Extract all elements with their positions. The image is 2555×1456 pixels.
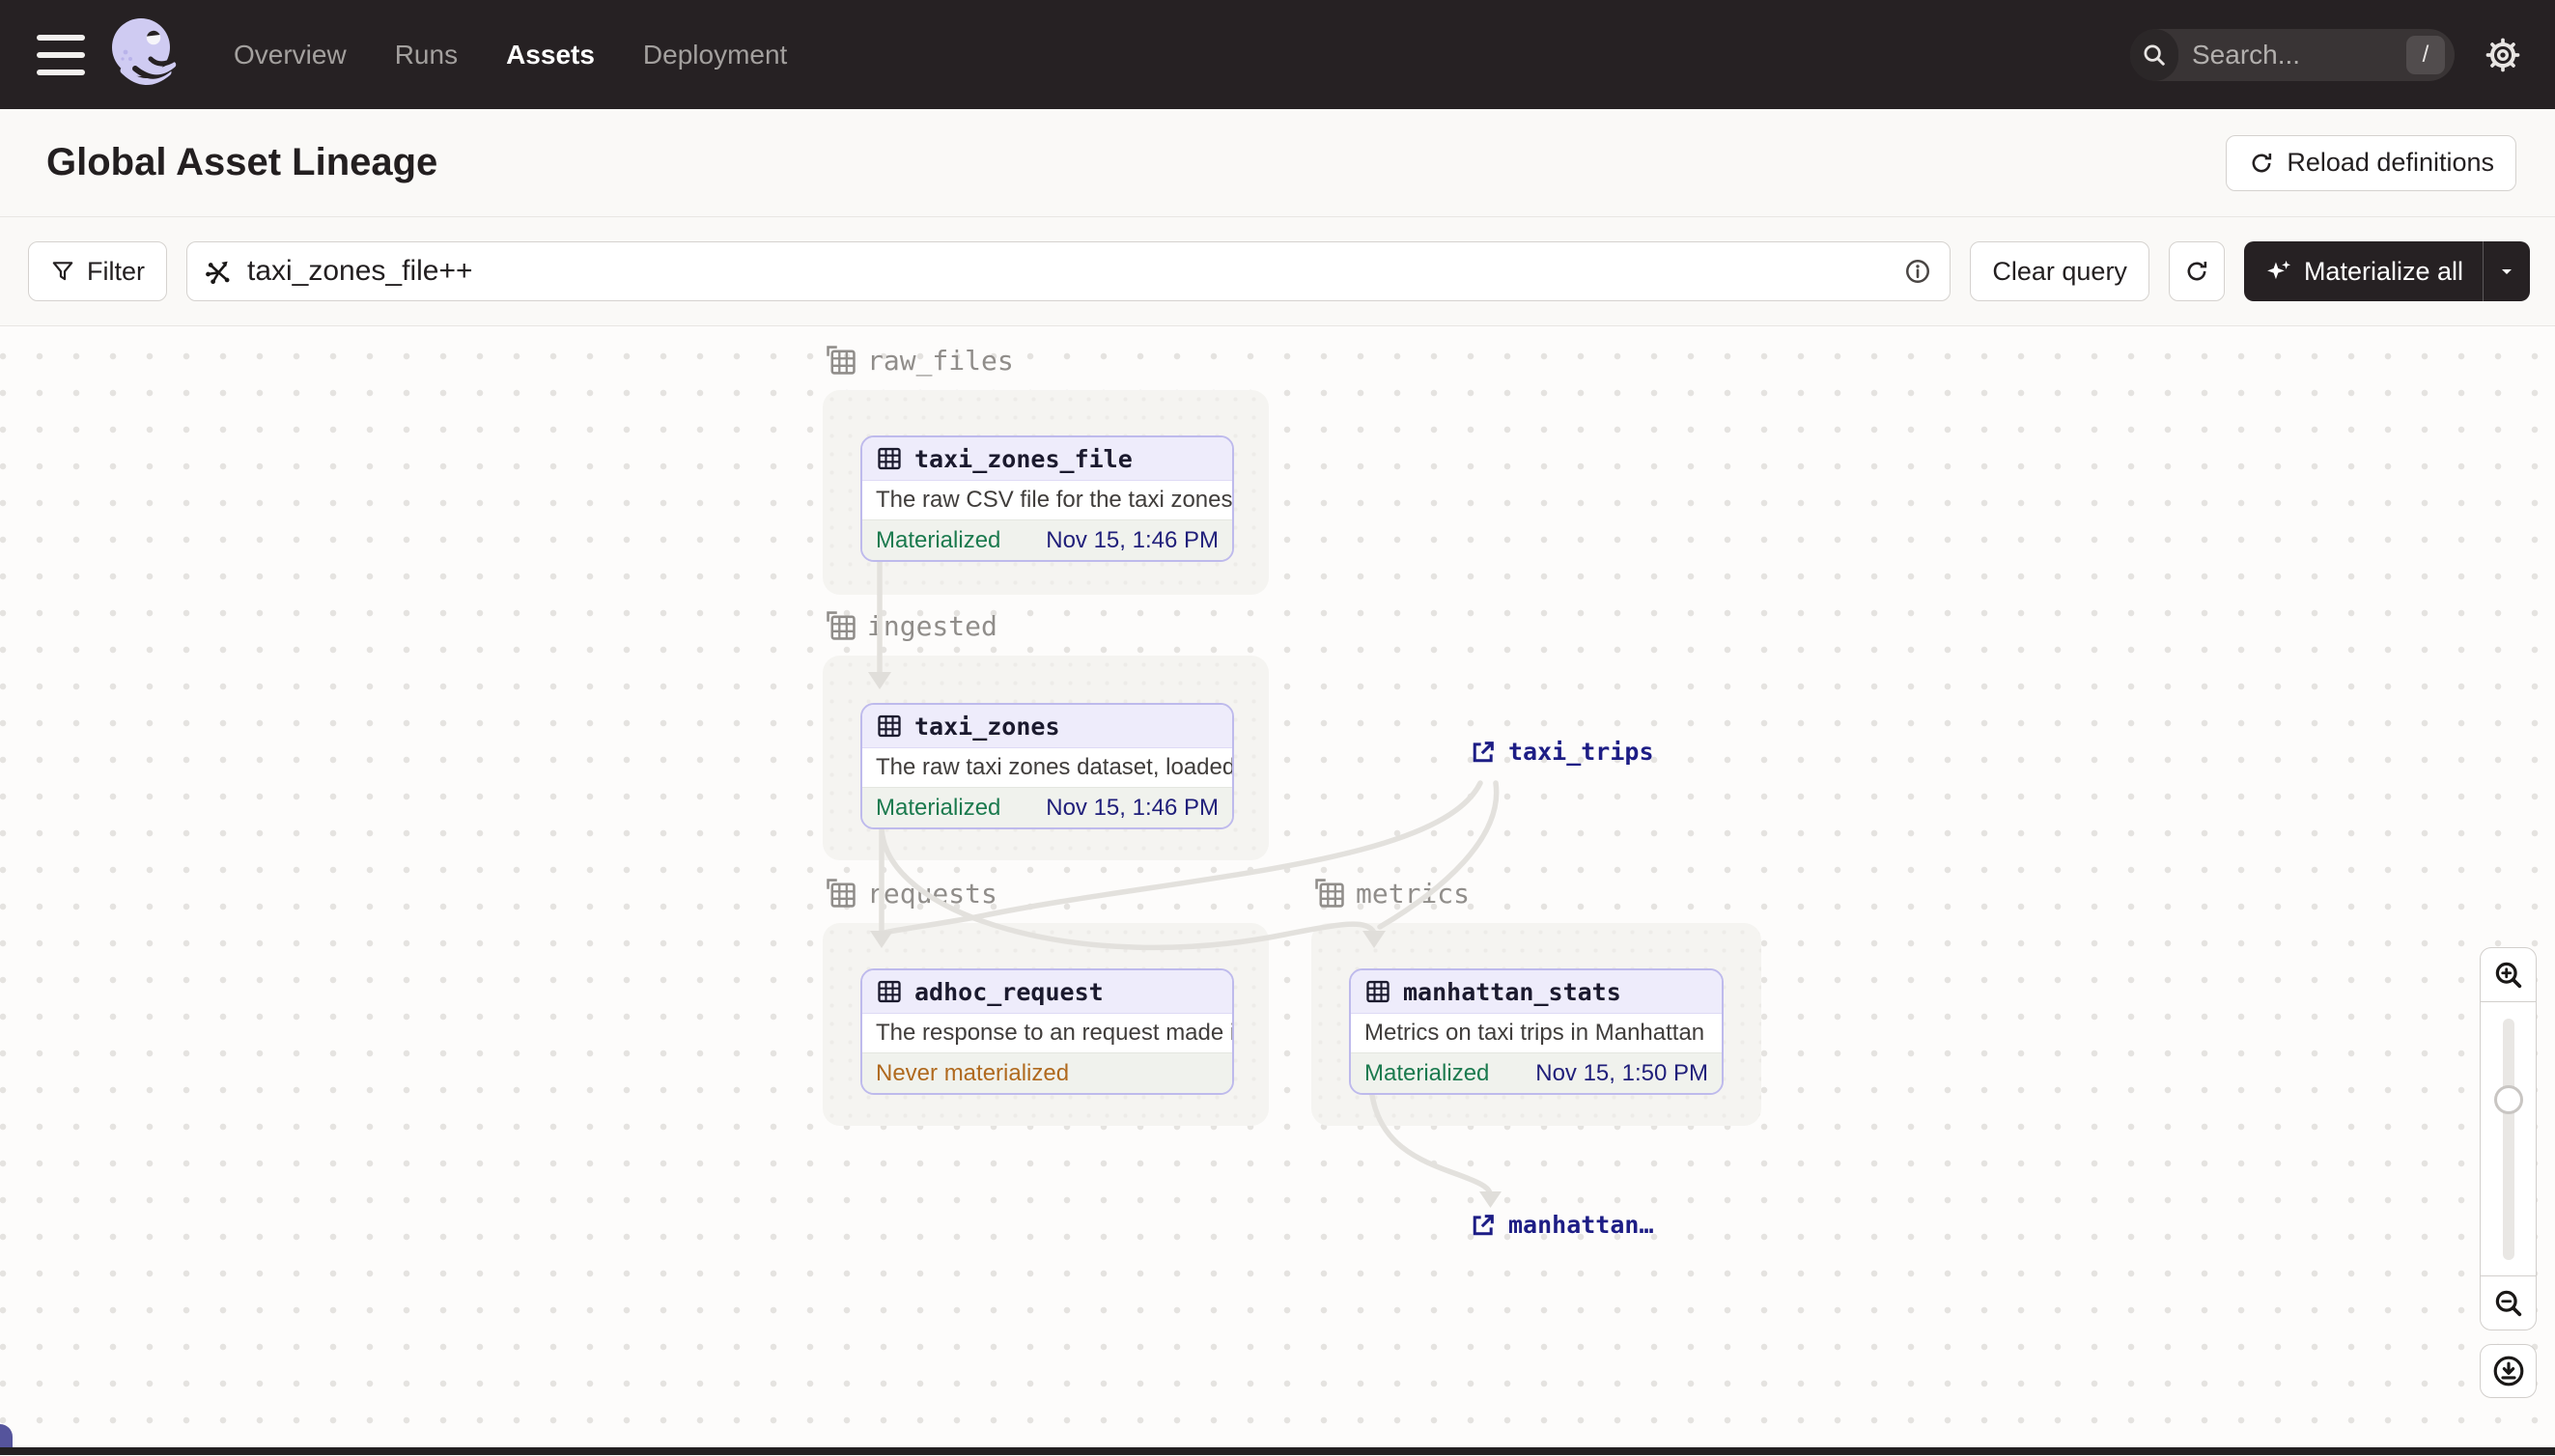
funnel-icon xyxy=(52,262,73,281)
top-navbar: Overview Runs Assets Deployment / xyxy=(0,0,2555,109)
corner-fragment xyxy=(0,1424,13,1447)
zoom-slider-thumb[interactable] xyxy=(2494,1085,2523,1114)
chevron-down-icon xyxy=(2502,269,2512,274)
asset-title: taxi_zones xyxy=(914,712,1060,741)
lineage-toolbar: Filter Clear query xyxy=(0,217,2555,326)
asset-node-manhattan-stats[interactable]: manhattan_stats Metrics on taxi trips in… xyxy=(1349,968,1724,1095)
materialization-timestamp[interactable]: Nov 15, 1:50 PM xyxy=(1535,1060,1708,1087)
nav-tab-assets[interactable]: Assets xyxy=(506,40,595,70)
table-group-icon xyxy=(827,879,856,908)
status-badge: Materialized xyxy=(876,526,1001,553)
asset-node-taxi-zones[interactable]: taxi_zones The raw taxi zones dataset, l… xyxy=(860,703,1234,829)
download-icon xyxy=(2493,1356,2523,1386)
asset-description: The raw CSV file for the taxi zones dat.… xyxy=(876,487,1232,513)
zoom-out-icon xyxy=(2495,1290,2521,1316)
zoom-in-icon xyxy=(2495,962,2521,988)
status-badge: Materialized xyxy=(876,794,1001,821)
search-icon xyxy=(2130,28,2178,81)
clear-query-button[interactable]: Clear query xyxy=(1970,241,2149,301)
page-header: Global Asset Lineage Reload definitions xyxy=(0,109,2555,217)
asset-graph-icon xyxy=(206,261,230,285)
primary-nav: Overview Runs Assets Deployment xyxy=(234,40,787,70)
group-label-ingested[interactable]: ingested xyxy=(825,609,997,642)
table-icon xyxy=(878,447,901,470)
download-image-button[interactable] xyxy=(2480,1344,2537,1398)
hamburger-menu-icon[interactable] xyxy=(37,34,85,75)
asset-description: The response to an request made in th... xyxy=(876,1020,1232,1046)
materialize-options-caret[interactable] xyxy=(2483,241,2530,301)
table-group-icon xyxy=(827,346,856,375)
open-in-new-icon xyxy=(1473,741,1494,762)
asset-node-taxi-zones-file[interactable]: taxi_zones_file The raw CSV file for the… xyxy=(860,435,1234,562)
group-label-raw-files[interactable]: raw_files xyxy=(825,344,1014,377)
asset-title: taxi_zones_file xyxy=(914,444,1133,473)
materialize-all-button[interactable]: Materialize all xyxy=(2243,241,2530,301)
table-group-icon xyxy=(1315,879,1344,908)
asset-query-input[interactable] xyxy=(245,254,1893,289)
nav-tab-overview[interactable]: Overview xyxy=(234,40,347,70)
refresh-icon xyxy=(2187,261,2207,281)
open-in-new-icon xyxy=(1473,1214,1494,1235)
table-icon xyxy=(878,980,901,1003)
table-icon xyxy=(1366,980,1390,1003)
table-icon xyxy=(878,714,901,738)
settings-gear-icon[interactable] xyxy=(2484,36,2522,74)
dagster-logo[interactable] xyxy=(98,9,191,101)
external-asset-taxi-trips[interactable]: taxi_trips xyxy=(1470,738,1654,766)
materialization-timestamp[interactable]: Nov 15, 1:46 PM xyxy=(1046,795,1219,822)
filter-button[interactable]: Filter xyxy=(28,241,167,301)
search-shortcut-badge: / xyxy=(2406,35,2445,74)
search-input[interactable] xyxy=(2178,39,2406,70)
bottom-edge-bar xyxy=(0,1447,2555,1455)
nav-tab-deployment[interactable]: Deployment xyxy=(643,40,787,70)
materialization-timestamp[interactable]: Nov 15, 1:46 PM xyxy=(1046,527,1219,554)
zoom-slider-track xyxy=(2503,1019,2514,1260)
zoom-in-button[interactable] xyxy=(2480,947,2537,1002)
status-badge: Never materialized xyxy=(876,1059,1070,1086)
asset-title: adhoc_request xyxy=(914,977,1104,1006)
zoom-out-button[interactable] xyxy=(2480,1275,2537,1330)
asset-description: Metrics on taxi trips in Manhattan xyxy=(1364,1020,1705,1046)
asset-query-input-wrap xyxy=(186,241,1951,301)
table-group-icon xyxy=(827,611,856,640)
nav-tab-runs[interactable]: Runs xyxy=(395,40,458,70)
refresh-graph-button[interactable] xyxy=(2168,241,2225,301)
refresh-icon xyxy=(2252,153,2272,172)
global-search[interactable]: / xyxy=(2130,28,2455,81)
asset-description: The raw taxi zones dataset, loaded int..… xyxy=(876,754,1232,780)
info-icon[interactable] xyxy=(1903,257,1932,286)
external-asset-manhattan[interactable]: manhattan… xyxy=(1470,1211,1654,1239)
lineage-edges xyxy=(868,556,1502,1208)
asset-title: manhattan_stats xyxy=(1403,977,1621,1006)
reload-definitions-button[interactable]: Reload definitions xyxy=(2226,134,2516,191)
asset-node-adhoc-request[interactable]: adhoc_request The response to an request… xyxy=(860,968,1234,1095)
sparkle-icon xyxy=(2267,260,2291,280)
page-title: Global Asset Lineage xyxy=(46,141,438,183)
status-badge: Materialized xyxy=(1364,1059,1490,1086)
group-label-metrics[interactable]: metrics xyxy=(1313,877,1470,910)
lineage-canvas[interactable]: raw_files ingested requests metrics taxi… xyxy=(0,326,2555,1455)
group-label-requests[interactable]: requests xyxy=(825,877,997,910)
zoom-slider[interactable] xyxy=(2480,1001,2537,1276)
